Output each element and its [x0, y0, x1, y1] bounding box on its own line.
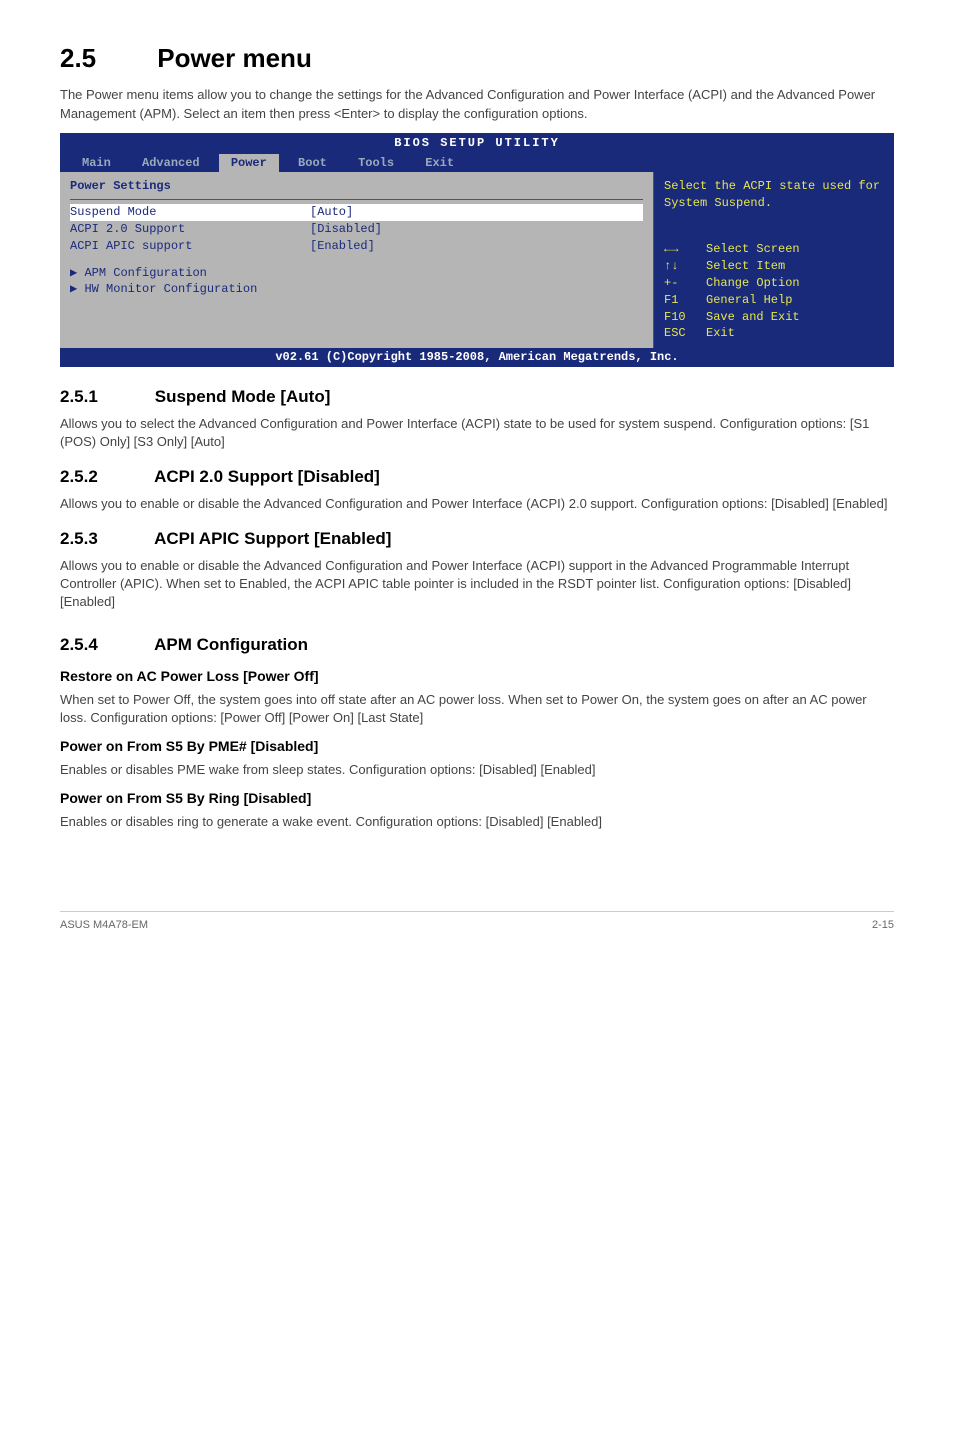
bios-hint-key: ←→ [664, 241, 706, 258]
bios-hint-text: Select Screen [706, 241, 800, 258]
option-body: Enables or disables PME wake from sleep … [60, 761, 894, 779]
subsection-number: 2.5.2 [60, 465, 150, 489]
bios-side-panel: Select the ACPI state used for System Su… [654, 172, 894, 348]
bios-tab-power: Power [219, 154, 279, 173]
subsection-heading: 2.5.1 Suspend Mode [Auto] [60, 385, 894, 409]
option-body: When set to Power Off, the system goes i… [60, 691, 894, 727]
subsection-title: ACPI APIC Support [Enabled] [154, 529, 391, 548]
bios-hint-row: ESC Exit [664, 325, 884, 342]
bios-hint-text: Change Option [706, 275, 800, 292]
subsection-title: ACPI 2.0 Support [Disabled] [154, 467, 380, 486]
bios-tab-main: Main [70, 154, 123, 173]
section-heading: 2.5 Power menu [60, 40, 894, 76]
bios-value: [Disabled] [310, 221, 382, 238]
bios-tab-exit: Exit [413, 154, 466, 173]
bios-screenshot: BIOS SETUP UTILITY Main Advanced Power B… [60, 133, 894, 367]
triangle-icon: ▶ [70, 266, 77, 280]
bios-hint-key: F10 [664, 309, 706, 326]
page-footer: ASUS M4A78-EM 2-15 [60, 911, 894, 933]
bios-body: Power Settings Suspend Mode [Auto] ACPI … [60, 172, 894, 348]
bios-hint-key: ESC [664, 325, 706, 342]
bios-top-title: BIOS SETUP UTILITY [60, 133, 894, 154]
bios-row-suspend-mode: Suspend Mode [Auto] [70, 204, 643, 221]
bios-submenu-label: HW Monitor Configuration [84, 282, 257, 296]
section-title: Power menu [157, 43, 312, 73]
subsection-number: 2.5.1 [60, 385, 150, 409]
spacer [70, 255, 643, 265]
bios-label: ACPI APIC support [70, 238, 310, 255]
subsection-heading: 2.5.4 APM Configuration [60, 633, 894, 657]
bios-hint-key: F1 [664, 292, 706, 309]
bios-main-panel: Power Settings Suspend Mode [Auto] ACPI … [60, 172, 654, 348]
bios-tabs: Main Advanced Power Boot Tools Exit [60, 154, 894, 173]
bios-hint-row: +- Change Option [664, 275, 884, 292]
option-body: Enables or disables ring to generate a w… [60, 813, 894, 831]
bios-tab-tools: Tools [346, 154, 406, 173]
intro-paragraph: The Power menu items allow you to change… [60, 86, 894, 122]
bios-hint-row: ←→ Select Screen [664, 241, 884, 258]
bios-hint-key: ↑↓ [664, 258, 706, 275]
section-number: 2.5 [60, 40, 150, 76]
bios-hint-text: Save and Exit [706, 309, 800, 326]
bios-tab-boot: Boot [286, 154, 339, 173]
bios-hint-text: General Help [706, 292, 792, 309]
bios-hint-row: ↑↓ Select Item [664, 258, 884, 275]
bios-value: [Enabled] [310, 238, 375, 255]
bios-hint-row: F1 General Help [664, 292, 884, 309]
bios-label: ACPI 2.0 Support [70, 221, 310, 238]
bios-submenu-label: APM Configuration [84, 266, 206, 280]
bios-footer: v02.61 (C)Copyright 1985-2008, American … [60, 348, 894, 367]
bios-hint-key: +- [664, 275, 706, 292]
bios-value: [Auto] [310, 204, 353, 221]
bios-submenu-apm: ▶ APM Configuration [70, 265, 643, 282]
option-heading: Power on From S5 By Ring [Disabled] [60, 789, 894, 809]
bios-divider [70, 199, 643, 200]
footer-product: ASUS M4A78-EM [60, 918, 148, 933]
subsection-heading: 2.5.2 ACPI 2.0 Support [Disabled] [60, 465, 894, 489]
bios-hint-text: Select Item [706, 258, 785, 275]
bios-key-hints: ←→ Select Screen ↑↓ Select Item +- Chang… [664, 241, 884, 342]
bios-label: Suspend Mode [70, 204, 310, 221]
triangle-icon: ▶ [70, 282, 77, 296]
bios-panel-title: Power Settings [70, 178, 643, 195]
bios-hint-row: F10 Save and Exit [664, 309, 884, 326]
bios-submenu-hwmonitor: ▶ HW Monitor Configuration [70, 281, 643, 298]
footer-page-number: 2-15 [872, 918, 894, 933]
subsection-body: Allows you to enable or disable the Adva… [60, 495, 894, 513]
bios-help-text: Select the ACPI state used for System Su… [664, 178, 884, 212]
subsection-heading: 2.5.3 ACPI APIC Support [Enabled] [60, 527, 894, 551]
subsection-title: Suspend Mode [Auto] [155, 387, 331, 406]
bios-tab-advanced: Advanced [130, 154, 212, 173]
subsection-body: Allows you to enable or disable the Adva… [60, 557, 894, 612]
bios-row-acpi-apic: ACPI APIC support [Enabled] [70, 238, 643, 255]
option-heading: Power on From S5 By PME# [Disabled] [60, 737, 894, 757]
subsection-title: APM Configuration [154, 635, 308, 654]
subsection-number: 2.5.4 [60, 633, 150, 657]
subsection-number: 2.5.3 [60, 527, 150, 551]
bios-row-acpi20: ACPI 2.0 Support [Disabled] [70, 221, 643, 238]
bios-hint-text: Exit [706, 325, 735, 342]
subsection-body: Allows you to select the Advanced Config… [60, 415, 894, 451]
option-heading: Restore on AC Power Loss [Power Off] [60, 667, 894, 687]
